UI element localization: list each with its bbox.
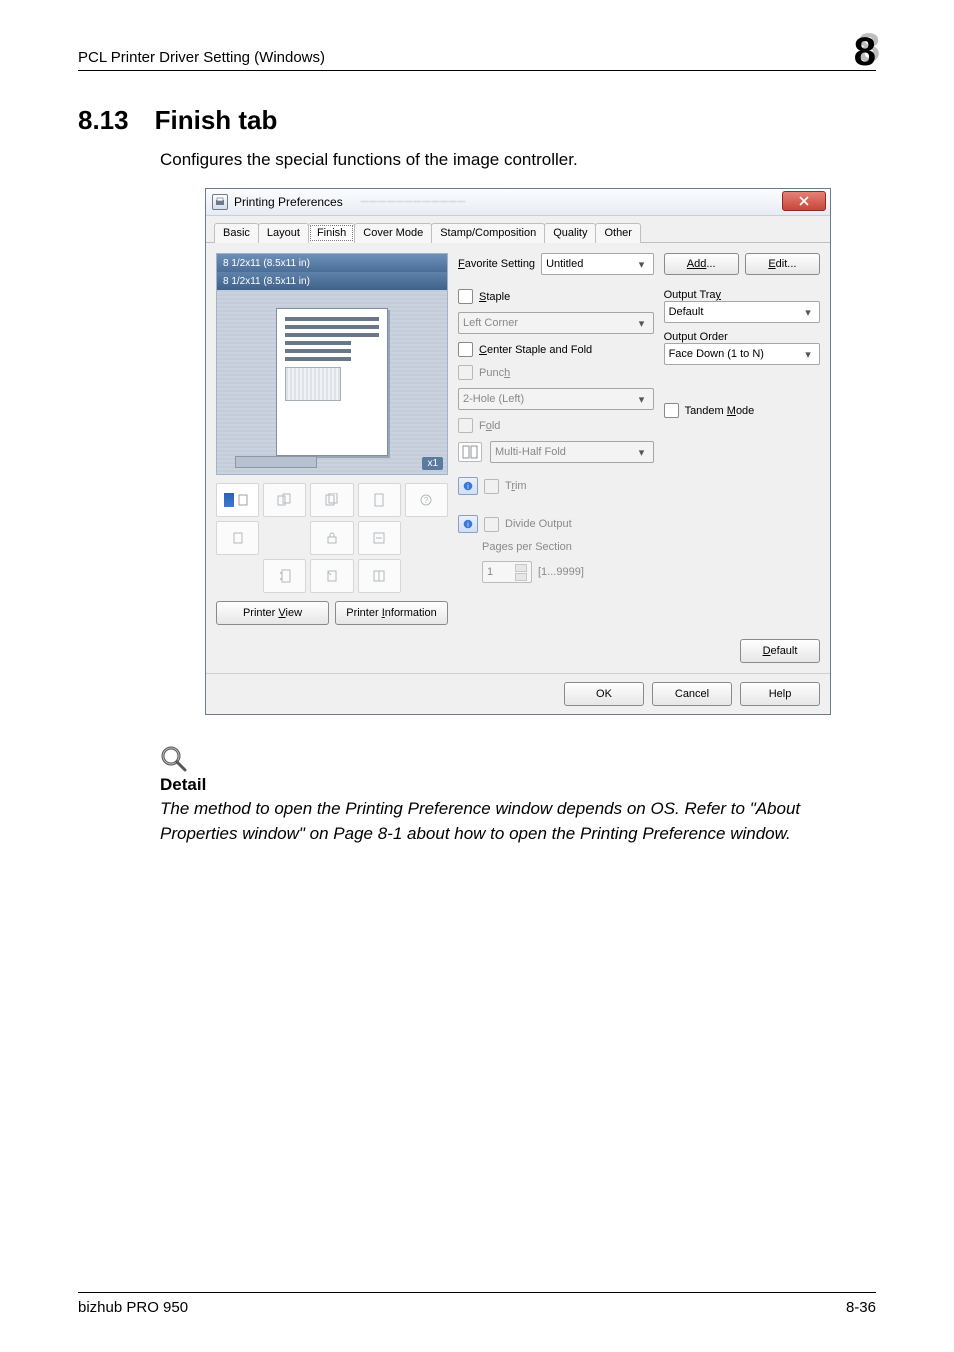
staple-label: Staple	[479, 291, 510, 303]
dialog-title: Printing Preferences	[234, 195, 343, 209]
detail-text: The method to open the Printing Preferen…	[160, 797, 860, 846]
fold-label: Fold	[479, 420, 500, 432]
close-icon[interactable]	[782, 191, 826, 211]
center-staple-label: Center Staple and Fold	[479, 344, 592, 356]
divide-output-label: Divide Output	[505, 518, 572, 530]
chevron-down-icon: ▾	[635, 392, 649, 406]
tab-cover-mode[interactable]: Cover Mode	[354, 223, 432, 243]
chapter-badge: 8 8	[840, 30, 876, 66]
titlebar: Printing Preferences ────────────	[206, 189, 830, 216]
printing-preferences-dialog: Printing Preferences ──────────── Basic …	[205, 188, 831, 715]
staple-position-combo[interactable]: Left Corner ▾	[458, 312, 654, 334]
divide-output-checkbox[interactable]	[484, 517, 499, 532]
page-preview: 8 1/2x11 (8.5x11 in) 8 1/2x11 (8.5x11 in…	[216, 253, 448, 475]
punch-position-combo[interactable]: 2-Hole (Left) ▾	[458, 388, 654, 410]
footer-product: bizhub PRO 950	[78, 1299, 188, 1316]
tandem-mode-checkbox[interactable]	[664, 403, 679, 418]
printer-view-button[interactable]: Printer View	[216, 601, 329, 625]
punch-checkbox[interactable]	[458, 365, 473, 380]
tab-quality[interactable]: Quality	[544, 223, 596, 243]
toolbar-fold-icon[interactable]	[358, 559, 401, 593]
favorite-setting-combo[interactable]: Untitled ▾	[541, 253, 654, 275]
toolbar-copies-icon[interactable]	[310, 483, 353, 517]
preview-size-output: 8 1/2x11 (8.5x11 in)	[217, 272, 447, 290]
output-order-label: Output Order	[664, 331, 820, 343]
pages-per-section-spinner[interactable]: 1	[482, 561, 532, 583]
center-staple-checkbox[interactable]	[458, 342, 473, 357]
preview-size-original: 8 1/2x11 (8.5x11 in)	[217, 254, 447, 272]
section-title: Finish tab	[155, 105, 278, 136]
fold-checkbox[interactable]	[458, 418, 473, 433]
detail-heading: Detail	[160, 775, 876, 795]
chevron-down-icon: ▾	[635, 257, 649, 271]
cancel-button[interactable]: Cancel	[652, 682, 732, 706]
printer-information-button[interactable]: Printer Information	[335, 601, 448, 625]
toolbar-orientation-icon[interactable]	[358, 483, 401, 517]
tab-basic[interactable]: Basic	[214, 223, 259, 243]
tab-strip: Basic Layout Finish Cover Mode Stamp/Com…	[206, 216, 830, 243]
preview-tray-icon	[235, 456, 317, 468]
chevron-down-icon: ▾	[635, 445, 649, 459]
output-order-combo[interactable]: Face Down (1 to N) ▾	[664, 343, 820, 365]
tandem-mode-label: Tandem Mode	[685, 405, 755, 417]
footer-page: 8-36	[846, 1299, 876, 1316]
output-tray-label: Output Tray	[664, 289, 820, 301]
svg-text:?: ?	[424, 496, 429, 505]
edit-button[interactable]: Edit...	[745, 253, 820, 275]
toolbar-paper-icon[interactable]	[216, 521, 259, 555]
fold-type-combo[interactable]: Multi-Half Fold ▾	[490, 441, 654, 463]
help-button[interactable]: Help	[740, 682, 820, 706]
toolbar-collate-icon[interactable]	[216, 483, 259, 517]
tab-finish[interactable]: Finish	[308, 223, 355, 243]
tab-layout[interactable]: Layout	[258, 223, 309, 243]
toolbar-lock-icon[interactable]	[310, 521, 353, 555]
preview-paper	[276, 308, 388, 456]
tab-stamp-composition[interactable]: Stamp/Composition	[431, 223, 545, 243]
chevron-down-icon: ▾	[801, 347, 815, 361]
preview-toolbar: ?	[216, 483, 448, 593]
pages-per-section-label: Pages per Section	[482, 541, 572, 553]
tab-other[interactable]: Other	[595, 223, 641, 243]
info-icon[interactable]: i	[458, 477, 478, 495]
svg-text:i: i	[467, 521, 469, 529]
toolbar-fit-icon[interactable]	[358, 521, 401, 555]
ok-button[interactable]: OK	[564, 682, 644, 706]
default-button[interactable]: Default	[740, 639, 820, 663]
magnifier-icon	[160, 745, 188, 773]
toolbar-staple-icon[interactable]	[310, 559, 353, 593]
punch-label: Punch	[479, 367, 510, 379]
section-lead: Configures the special functions of the …	[160, 150, 876, 170]
header-title: PCL Printer Driver Setting (Windows)	[78, 49, 325, 66]
titlebar-blur-text: ────────────	[361, 196, 467, 208]
pages-per-section-range: [1...9999]	[538, 566, 584, 578]
section-number: 8.13	[78, 105, 129, 136]
output-tray-combo[interactable]: Default ▾	[664, 301, 820, 323]
staple-checkbox[interactable]	[458, 289, 473, 304]
favorite-setting-label: Favorite Setting	[458, 258, 535, 270]
add-button[interactable]: Add...	[664, 253, 739, 275]
preview-copies-badge: x1	[422, 457, 443, 470]
svg-text:i: i	[467, 483, 469, 491]
printer-icon	[212, 194, 228, 210]
info-icon[interactable]: i	[458, 515, 478, 533]
toolbar-help-icon[interactable]: ?	[405, 483, 448, 517]
toolbar-punch-icon[interactable]	[263, 559, 306, 593]
toolbar-offset-icon[interactable]	[263, 483, 306, 517]
chevron-down-icon: ▾	[801, 305, 815, 319]
trim-checkbox[interactable]	[484, 479, 499, 494]
trim-label: Trim	[505, 480, 527, 492]
chevron-down-icon: ▾	[635, 316, 649, 330]
multi-half-fold-icon	[458, 442, 482, 462]
